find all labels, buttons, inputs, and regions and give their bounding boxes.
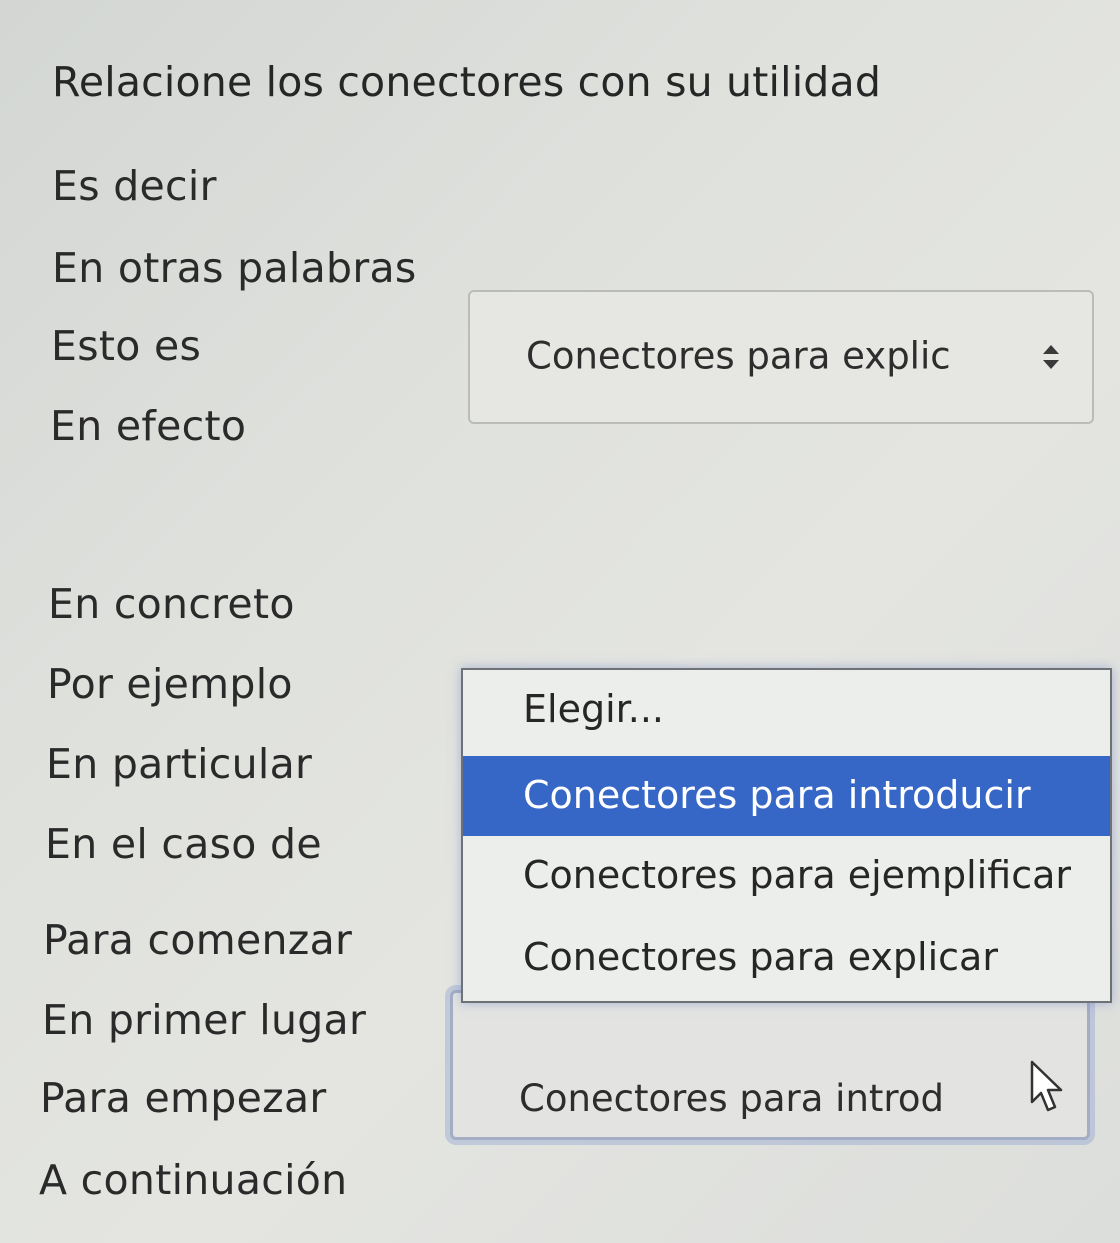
term-en-otras-palabras: En otras palabras xyxy=(52,244,417,292)
question-title: Relacione los conectores con su utilidad xyxy=(52,58,882,106)
select-value: Conectores para explic xyxy=(526,334,951,378)
term-es-decir: Es decir xyxy=(52,162,217,210)
term-en-efecto: En efecto xyxy=(50,402,247,450)
options-dropdown: Elegir... Conectores para introducir Con… xyxy=(461,668,1112,1003)
utility-select-introducir[interactable]: Conectores para introd xyxy=(450,990,1090,1140)
term-en-primer-lugar: En primer lugar xyxy=(42,996,367,1044)
option-label: Elegir... xyxy=(523,687,664,732)
mouse-pointer-icon xyxy=(1030,1060,1063,1112)
option-elegir[interactable]: Elegir... xyxy=(463,670,1110,750)
term-en-el-caso-de: En el caso de xyxy=(45,820,322,868)
term-en-concreto: En concreto xyxy=(48,580,295,628)
term-para-comenzar: Para comenzar xyxy=(43,916,353,964)
option-label: Conectores para introducir xyxy=(523,773,1031,818)
term-por-ejemplo: Por ejemplo xyxy=(47,660,293,708)
term-para-empezar: Para empezar xyxy=(40,1074,327,1122)
option-introducir[interactable]: Conectores para introducir xyxy=(463,756,1110,836)
term-esto-es: Esto es xyxy=(51,322,202,370)
select-value: Conectores para introd xyxy=(519,1077,944,1120)
option-label: Conectores para explicar xyxy=(523,935,998,980)
option-label: Conectores para ejemplificar xyxy=(523,853,1072,898)
utility-select-explicar[interactable]: Conectores para explic xyxy=(468,290,1094,424)
term-a-continuacion: A continuación xyxy=(39,1156,348,1204)
term-en-particular: En particular xyxy=(46,740,313,788)
option-ejemplificar[interactable]: Conectores para ejemplificar xyxy=(463,836,1110,916)
option-explicar[interactable]: Conectores para explicar xyxy=(463,918,1110,998)
up-down-arrows-icon xyxy=(1043,345,1059,369)
